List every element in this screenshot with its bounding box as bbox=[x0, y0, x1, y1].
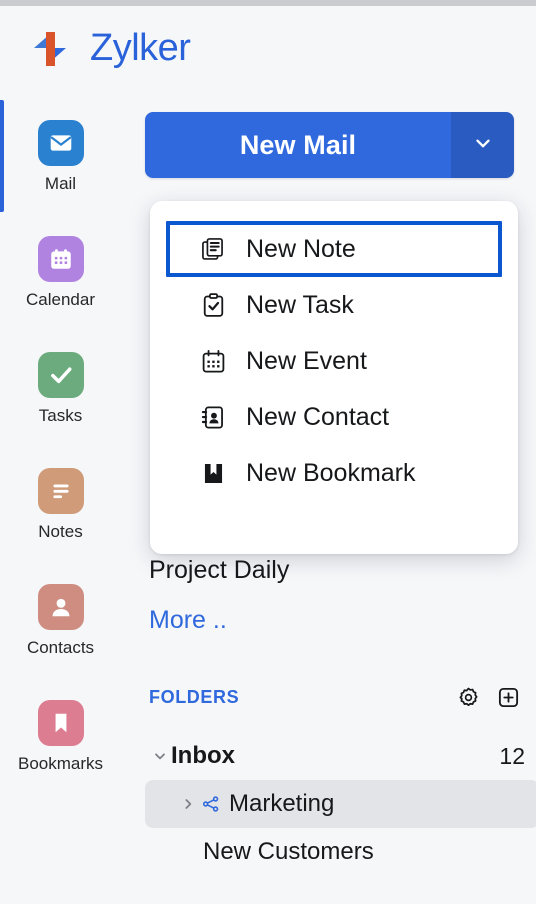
address-book-icon bbox=[198, 402, 228, 432]
menu-item-new-note[interactable]: New Note bbox=[166, 221, 502, 277]
app-shell: Zylker Mail Calendar Tasks Notes Contact… bbox=[0, 6, 536, 904]
rail-item-bookmarks[interactable]: Bookmarks bbox=[0, 678, 121, 794]
bookmark-icon bbox=[37, 700, 84, 746]
person-icon bbox=[37, 584, 84, 630]
check-icon bbox=[37, 352, 84, 398]
compose-split-button: New Mail bbox=[145, 112, 514, 178]
rail-label: Mail bbox=[44, 174, 77, 193]
rail-item-contacts[interactable]: Contacts bbox=[0, 562, 121, 678]
plus-box-icon[interactable] bbox=[495, 684, 521, 710]
compose-dropdown-menu: New Note New Task New Event New Contact … bbox=[150, 201, 518, 554]
share-icon bbox=[199, 794, 223, 814]
menu-item-new-event[interactable]: New Event bbox=[166, 333, 502, 389]
chevron-right-icon[interactable] bbox=[177, 796, 199, 812]
menu-item-label: New Bookmark bbox=[246, 458, 416, 487]
rail-label: Contacts bbox=[26, 638, 95, 657]
rail-item-calendar[interactable]: Calendar bbox=[0, 214, 121, 330]
folders-actions bbox=[455, 684, 521, 710]
menu-item-new-contact[interactable]: New Contact bbox=[166, 389, 502, 445]
menu-item-label: New Note bbox=[246, 234, 356, 263]
note-lines-icon bbox=[37, 468, 84, 514]
rail-label: Notes bbox=[38, 522, 83, 541]
folders-header: FOLDERS bbox=[149, 683, 521, 711]
rail-label: Bookmarks bbox=[17, 754, 104, 773]
note-stack-icon bbox=[198, 234, 228, 264]
clipboard-check-icon bbox=[198, 290, 228, 320]
app-rail: Mail Calendar Tasks Notes Contacts Bookm… bbox=[0, 98, 121, 904]
folder-label: Marketing bbox=[229, 790, 335, 817]
menu-item-new-bookmark[interactable]: New Bookmark bbox=[166, 445, 502, 501]
menu-item-new-task[interactable]: New Task bbox=[166, 277, 502, 333]
zylker-arrow-logo bbox=[28, 24, 76, 72]
rail-label: Calendar bbox=[26, 290, 95, 309]
folders-title: FOLDERS bbox=[149, 686, 240, 707]
folder-row-marketing[interactable]: Marketing bbox=[145, 780, 536, 828]
brand[interactable]: Zylker bbox=[28, 24, 191, 72]
bookmark-book-icon bbox=[198, 458, 228, 488]
folder-row-inbox[interactable]: Inbox 12 bbox=[145, 732, 536, 780]
chevron-down-icon[interactable] bbox=[149, 748, 171, 764]
menu-item-label: New Event bbox=[246, 346, 367, 375]
menu-item-label: New Contact bbox=[246, 402, 390, 431]
rail-item-tasks[interactable]: Tasks bbox=[0, 330, 121, 446]
rail-item-mail[interactable]: Mail bbox=[0, 98, 121, 214]
calendar-icon bbox=[37, 236, 84, 282]
envelope-icon bbox=[37, 120, 84, 166]
recent-item-project-daily[interactable]: Project Daily bbox=[149, 556, 289, 585]
folder-label: Inbox bbox=[171, 742, 235, 769]
folder-unread-count: 12 bbox=[499, 742, 525, 769]
more-link[interactable]: More .. bbox=[149, 606, 227, 635]
new-mail-button[interactable]: New Mail bbox=[145, 112, 451, 178]
brand-name: Zylker bbox=[90, 27, 191, 69]
rail-active-indicator bbox=[0, 100, 4, 212]
new-mail-dropdown-toggle[interactable] bbox=[451, 112, 514, 178]
chevron-down-icon bbox=[472, 132, 494, 159]
rail-item-notes[interactable]: Notes bbox=[0, 446, 121, 562]
calendar-icon bbox=[198, 346, 228, 376]
folder-label: New Customers bbox=[203, 838, 374, 865]
rail-label: Tasks bbox=[38, 406, 83, 425]
main-column: New Mail New Note New Task New Event New… bbox=[121, 98, 536, 904]
folder-row-new-customers[interactable]: New Customers bbox=[145, 828, 536, 876]
folder-tree: Inbox 12 Marketing New Customers bbox=[145, 732, 536, 876]
menu-item-label: New Task bbox=[246, 290, 354, 319]
gear-icon[interactable] bbox=[455, 684, 481, 710]
